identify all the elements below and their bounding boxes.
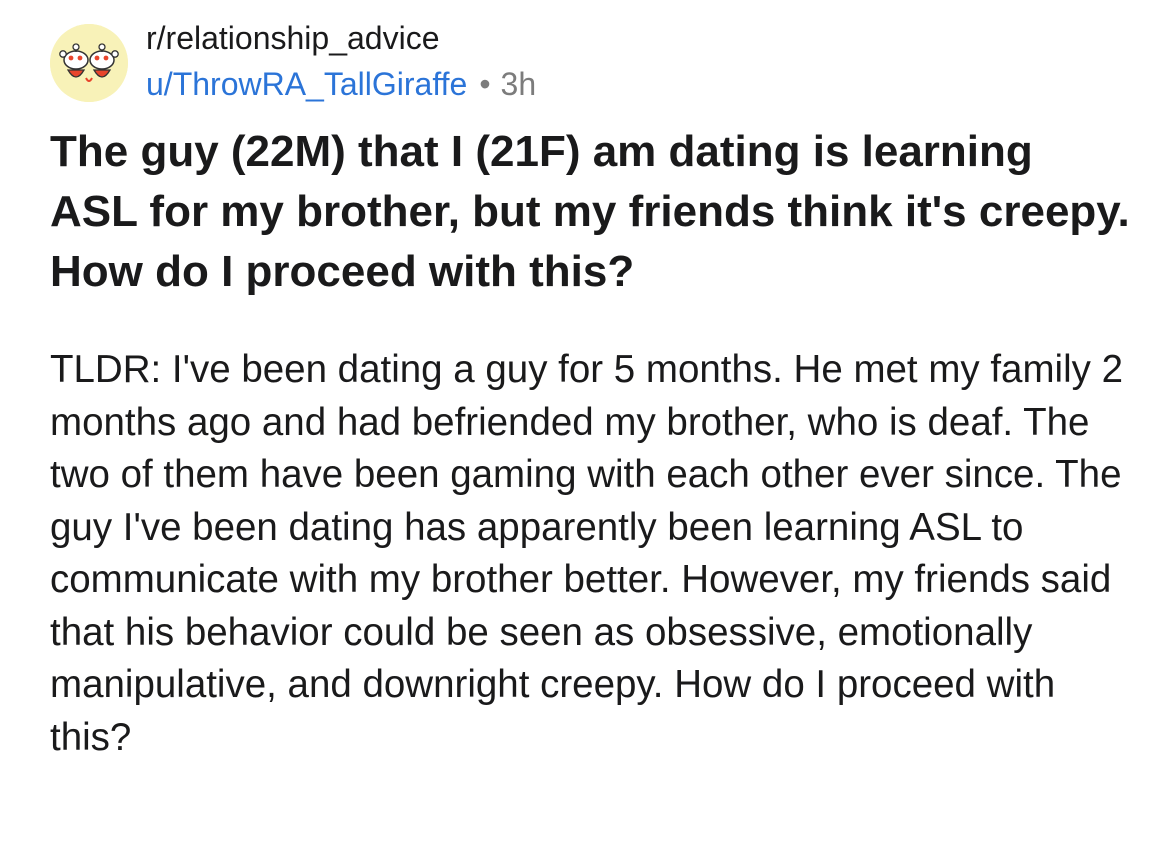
post-meta: r/relationship_advice u/ThrowRA_TallGira… (146, 18, 536, 104)
post-body: TLDR: I've been dating a guy for 5 month… (50, 348, 1123, 759)
subreddit-link[interactable]: r/relationship_advice (146, 18, 536, 58)
post-header: r/relationship_advice u/ThrowRA_TallGira… (50, 18, 1130, 108)
subreddit-avatar-icon[interactable] (50, 24, 128, 102)
author-username-link[interactable]: u/ThrowRA_TallGiraffe (146, 66, 467, 102)
post-title[interactable]: The guy (22M) that I (21F) am dating is … (50, 122, 1130, 302)
post-timestamp: 3h (500, 66, 537, 102)
author-line: u/ThrowRA_TallGiraffe • 3h (146, 64, 536, 104)
reddit-post: r/relationship_advice u/ThrowRA_TallGira… (0, 0, 1170, 860)
meta-separator: • (479, 66, 491, 102)
